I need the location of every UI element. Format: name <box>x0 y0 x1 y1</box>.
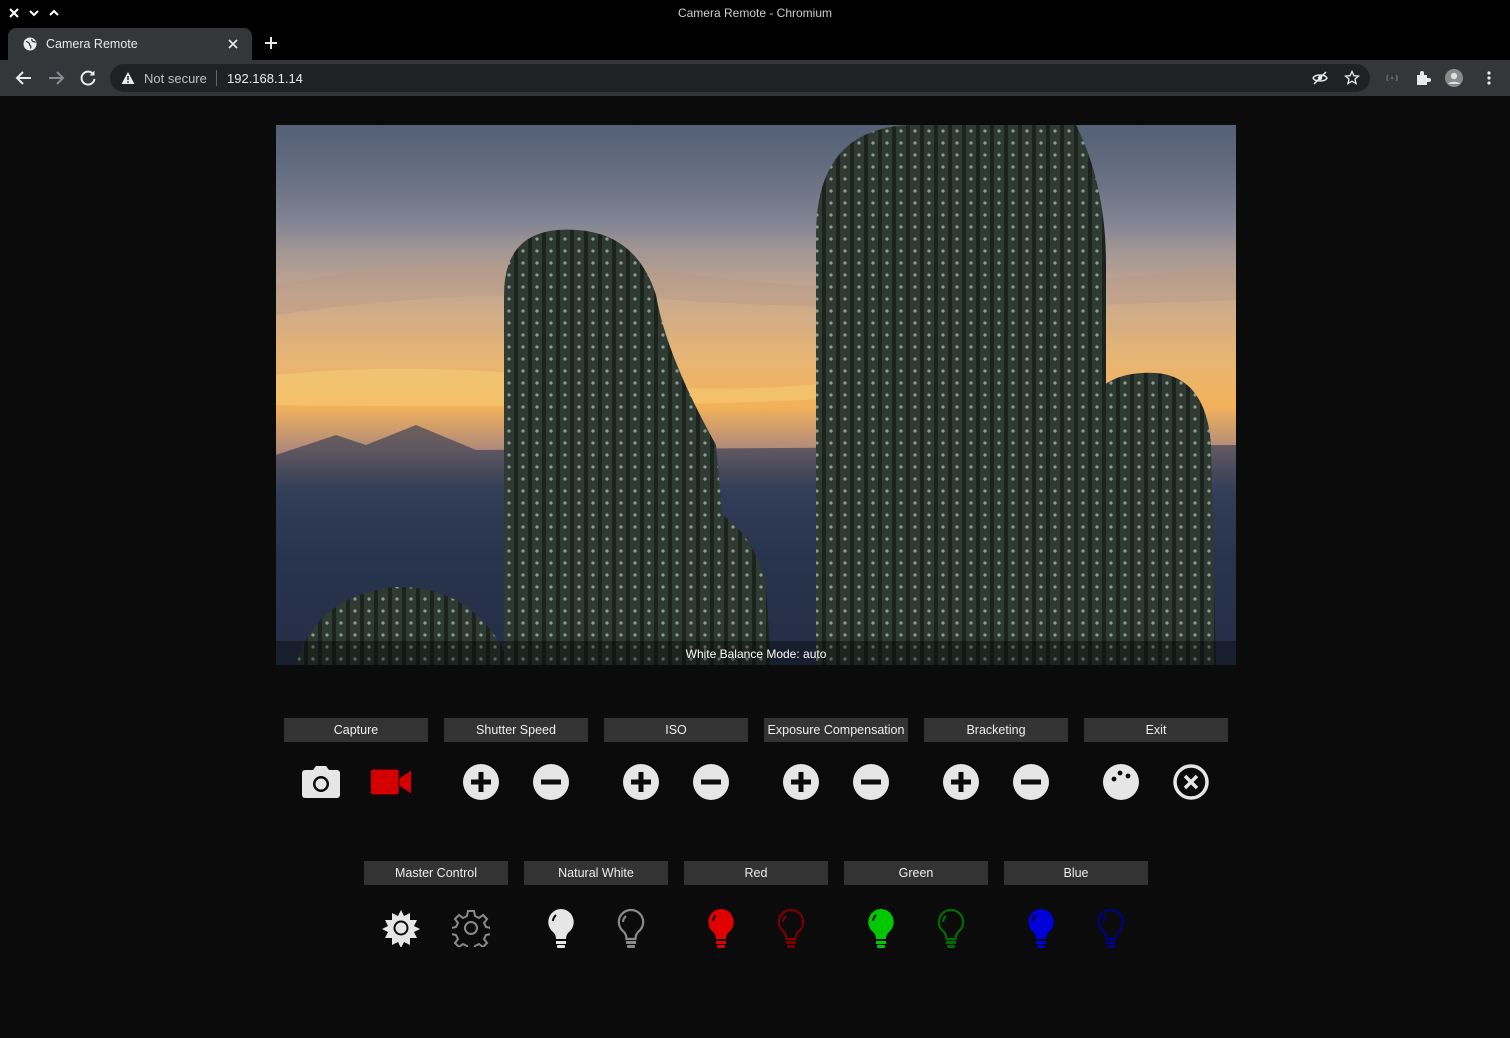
bracketing-label: Bracketing <box>924 718 1068 742</box>
plus-circle-icon <box>623 764 659 800</box>
green-on-button[interactable] <box>861 908 901 948</box>
exit-group: Exit <box>1084 718 1228 802</box>
minus-circle-icon <box>533 764 569 800</box>
plus-circle-icon <box>943 764 979 800</box>
blue-on-button[interactable] <box>1021 908 1061 948</box>
url-text[interactable]: 192.168.1.14 <box>227 71 303 86</box>
reload-icon[interactable] <box>78 68 98 88</box>
master-brightness-button[interactable] <box>381 908 421 948</box>
tab-camera-remote[interactable]: Camera Remote <box>8 28 252 60</box>
camera-preview[interactable]: White Balance Mode: auto <box>276 125 1236 665</box>
window-titlebar: Camera Remote - Chromium <box>0 0 1510 26</box>
iso-decrease-button[interactable] <box>691 762 731 802</box>
address-bar[interactable]: Not secure 192.168.1.14 <box>110 64 1370 92</box>
master-control-group: Master Control <box>364 861 508 948</box>
plus-circle-icon <box>463 764 499 800</box>
exposure-compensation-group: Exposure Compensation <box>764 718 908 802</box>
lightbulb-on-icon <box>868 909 894 948</box>
browser-toolbar: Not secure 192.168.1.14 <box>0 60 1510 96</box>
window-title: Camera Remote - Chromium <box>677 6 833 20</box>
exit-label: Exit <box>1084 718 1228 742</box>
eye-off-icon[interactable] <box>1312 70 1328 86</box>
blue-group: Blue <box>1004 861 1148 948</box>
red-label: Red <box>684 861 828 885</box>
tab-title: Camera Remote <box>46 37 138 51</box>
profile-avatar[interactable] <box>1445 69 1463 87</box>
security-label[interactable]: Not secure <box>144 71 207 86</box>
forward-arrow-icon[interactable] <box>46 68 66 88</box>
master-control-label: Master Control <box>364 861 508 885</box>
natural-white-group: Natural White <box>524 861 668 948</box>
lightbulb-off-icon <box>617 908 645 948</box>
palette-icon <box>1103 764 1139 800</box>
gear-icon <box>452 910 490 947</box>
tab-close-icon[interactable] <box>226 37 240 51</box>
red-on-button[interactable] <box>701 908 741 948</box>
green-group: Green <box>844 861 988 948</box>
minus-circle-icon <box>853 764 889 800</box>
capture-label: Capture <box>284 718 428 742</box>
new-tab-icon[interactable] <box>262 34 280 52</box>
warning-icon[interactable] <box>121 71 135 85</box>
iso-group: ISO <box>604 718 748 802</box>
shutter-speed-increase-button[interactable] <box>461 762 501 802</box>
globe-icon <box>23 37 37 51</box>
media-router-icon[interactable] <box>1383 69 1401 87</box>
natural-white-label: Natural White <box>524 861 668 885</box>
shutter-speed-decrease-button[interactable] <box>531 762 571 802</box>
extensions-puzzle-icon[interactable] <box>1414 69 1432 87</box>
sun-icon <box>382 910 420 947</box>
star-icon[interactable] <box>1344 70 1360 86</box>
bracketing-increase-button[interactable] <box>941 762 981 802</box>
video-camera-icon <box>371 769 411 795</box>
exposure-decrease-button[interactable] <box>851 762 891 802</box>
red-off-button[interactable] <box>771 908 811 948</box>
lightbulb-on-icon <box>1028 909 1054 948</box>
natural-white-off-button[interactable] <box>611 908 651 948</box>
kebab-menu-icon[interactable] <box>1480 69 1498 87</box>
minus-circle-icon <box>1013 764 1049 800</box>
palette-button[interactable] <box>1101 762 1141 802</box>
exposure-compensation-label: Exposure Compensation <box>764 718 908 742</box>
lightbulb-off-icon <box>777 908 805 948</box>
iso-increase-button[interactable] <box>621 762 661 802</box>
blue-off-button[interactable] <box>1091 908 1131 948</box>
red-group: Red <box>684 861 828 948</box>
capture-group: Capture <box>284 718 428 802</box>
blue-label: Blue <box>1004 861 1148 885</box>
video-record-button[interactable] <box>371 762 411 802</box>
bracketing-decrease-button[interactable] <box>1011 762 1051 802</box>
close-circle-icon <box>1173 764 1209 800</box>
lightbulb-on-icon <box>548 909 574 948</box>
master-settings-button[interactable] <box>451 908 491 948</box>
camera-icon <box>302 766 340 798</box>
exit-button[interactable] <box>1171 762 1211 802</box>
shutter-speed-group: Shutter Speed <box>444 718 588 802</box>
back-arrow-icon[interactable] <box>14 68 34 88</box>
natural-white-on-button[interactable] <box>541 908 581 948</box>
tab-strip: Camera Remote <box>0 26 1510 60</box>
bracketing-group: Bracketing <box>924 718 1068 802</box>
minus-circle-icon <box>693 764 729 800</box>
green-label: Green <box>844 861 988 885</box>
shutter-speed-label: Shutter Speed <box>444 718 588 742</box>
photo-capture-button[interactable] <box>301 762 341 802</box>
exposure-increase-button[interactable] <box>781 762 821 802</box>
iso-label: ISO <box>604 718 748 742</box>
white-balance-caption: White Balance Mode: auto <box>276 641 1236 665</box>
plus-circle-icon <box>783 764 819 800</box>
lightbulb-off-icon <box>937 908 965 948</box>
address-separator <box>216 70 217 86</box>
preview-image <box>276 125 1236 665</box>
lightbulb-on-icon <box>708 909 734 948</box>
lightbulb-off-icon <box>1097 908 1125 948</box>
green-off-button[interactable] <box>931 908 971 948</box>
